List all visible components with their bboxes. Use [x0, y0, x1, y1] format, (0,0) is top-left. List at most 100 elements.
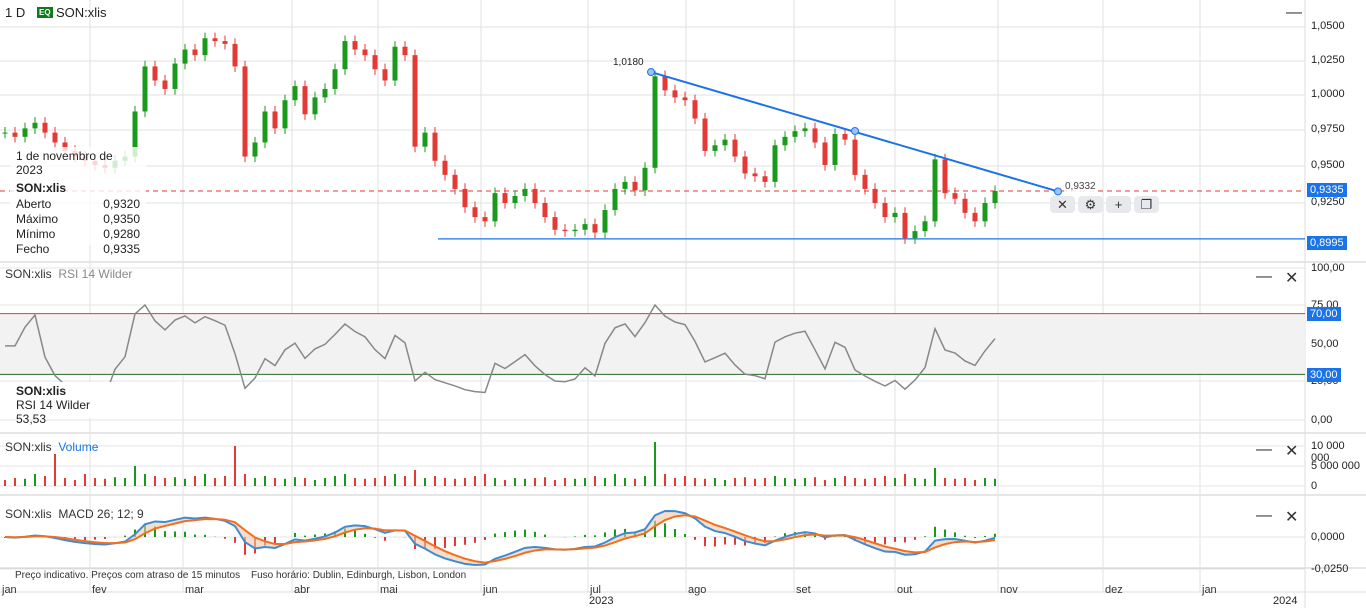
macd-histogram-bar [974, 537, 976, 538]
candle-body [312, 97, 318, 115]
volume-bar [374, 478, 376, 486]
candle-body [552, 217, 558, 230]
rsi-legend-symbol: SON:xlis [16, 384, 67, 398]
interval-label[interactable]: 1 D [5, 5, 25, 20]
macd-symbol: SON:xlis [5, 507, 52, 521]
volume-bar [884, 476, 886, 486]
macd-histogram-bar [914, 537, 916, 540]
volume-bar [504, 480, 506, 486]
volume-bar [864, 478, 866, 486]
macd-histogram-bar [524, 529, 526, 537]
candle-body [492, 193, 498, 222]
volume-bar [544, 477, 546, 486]
candle-body [432, 132, 438, 161]
drawing-settings-button[interactable]: ⚙ [1078, 196, 1103, 213]
candle-body [2, 132, 8, 134]
candle-body [512, 195, 518, 203]
volume-tick: 5 000 000 [1311, 460, 1360, 472]
rsi-legend: SON:xlis RSI 14 Wilder 53,53 [10, 382, 126, 426]
volume-bar [554, 480, 556, 486]
rsi-value: 53,53 [16, 412, 47, 426]
volume-bar [54, 454, 56, 486]
delete-drawing-button[interactable]: ✕ [1050, 196, 1075, 213]
macd-histogram-bar [234, 537, 236, 543]
macd-histogram-bar [694, 537, 696, 540]
month-label: mar [185, 584, 204, 596]
macd-pane-title: SON:xlis MACD 26; 12; 9 [5, 507, 144, 521]
candle-body [782, 136, 788, 146]
copy-drawing-button[interactable]: ❐ [1134, 196, 1159, 213]
trend-end-label: 0,9332 [1064, 181, 1097, 193]
tooltip-row: Fecho 0,9335 [16, 242, 140, 257]
candle-body [452, 174, 458, 189]
tooltip-label: Fecho [16, 242, 50, 256]
candle-body [922, 221, 928, 232]
volume-bar [254, 478, 256, 486]
minimize-rsi-button[interactable]: — [1256, 268, 1272, 286]
candle-body [412, 55, 418, 147]
minimize-volume-button[interactable]: — [1256, 441, 1272, 459]
volume-bar [214, 478, 216, 486]
volume-bar [294, 477, 296, 486]
candle-body [52, 132, 58, 143]
rsi-pane-title: SON:xlis RSI 14 Wilder [5, 267, 132, 281]
volume-bar [824, 480, 826, 486]
macd-histogram-bar [354, 530, 356, 537]
volume-bar [604, 478, 606, 486]
minimize-macd-button[interactable]: — [1256, 507, 1272, 525]
volume-bar [394, 474, 396, 486]
macd-histogram-bar [464, 537, 466, 545]
volume-bar [384, 476, 386, 486]
macd-histogram-bar [84, 537, 86, 541]
volume-bar [724, 480, 726, 486]
macd-histogram-bar [534, 531, 536, 537]
candle-body [992, 191, 998, 203]
rsi-lower-badge: 30,00 [1307, 368, 1341, 382]
candle-body [272, 111, 278, 129]
volume-bar [414, 470, 416, 486]
volume-bar [44, 476, 46, 486]
volume-bar [744, 477, 746, 486]
volume-bar [584, 478, 586, 486]
candle-body [542, 203, 548, 218]
volume-bar [404, 476, 406, 486]
volume-bar [474, 476, 476, 486]
candle-body [632, 181, 638, 191]
rsi-tick: 100,00 [1311, 262, 1345, 274]
volume-symbol: SON:xlis [5, 440, 52, 454]
price-tick: 0,9250 [1311, 196, 1345, 208]
candle-body [502, 193, 508, 203]
candle-body [282, 100, 288, 129]
month-label: mai [380, 584, 398, 596]
macd-histogram-bar [674, 528, 676, 537]
volume-bar [354, 478, 356, 486]
tooltip-symbol: SON:xlis [16, 181, 67, 195]
month-label: ago [688, 584, 707, 596]
volume-bar [834, 478, 836, 486]
candle-body [172, 63, 178, 89]
candle-body [652, 76, 658, 168]
minimize-main-button[interactable]: — [1286, 4, 1302, 22]
price-tick: 0,9750 [1311, 123, 1345, 135]
candle-body [842, 134, 848, 140]
macd-histogram-bar [384, 537, 386, 541]
chart-canvas[interactable] [0, 0, 1366, 608]
volume-bar [524, 478, 526, 486]
close-volume-button[interactable]: ✕ [1285, 441, 1298, 461]
trendline-handle [1054, 187, 1062, 196]
close-macd-button[interactable]: ✕ [1285, 507, 1298, 527]
tooltip-value: 0,9350 [103, 212, 140, 226]
close-rsi-button[interactable]: ✕ [1285, 268, 1298, 288]
volume-bar [94, 478, 96, 486]
tooltip-label: Aberto [16, 197, 52, 211]
month-label: abr [294, 584, 310, 596]
candle-body [242, 66, 248, 157]
volume-bar [64, 478, 66, 486]
macd-histogram-bar [94, 537, 96, 540]
candle-body [982, 203, 988, 222]
candle-body [742, 156, 748, 174]
macd-histogram-bar [604, 532, 606, 537]
add-drawing-button[interactable]: + [1106, 196, 1131, 213]
macd-histogram-bar [904, 537, 906, 543]
candle-body [42, 122, 48, 133]
